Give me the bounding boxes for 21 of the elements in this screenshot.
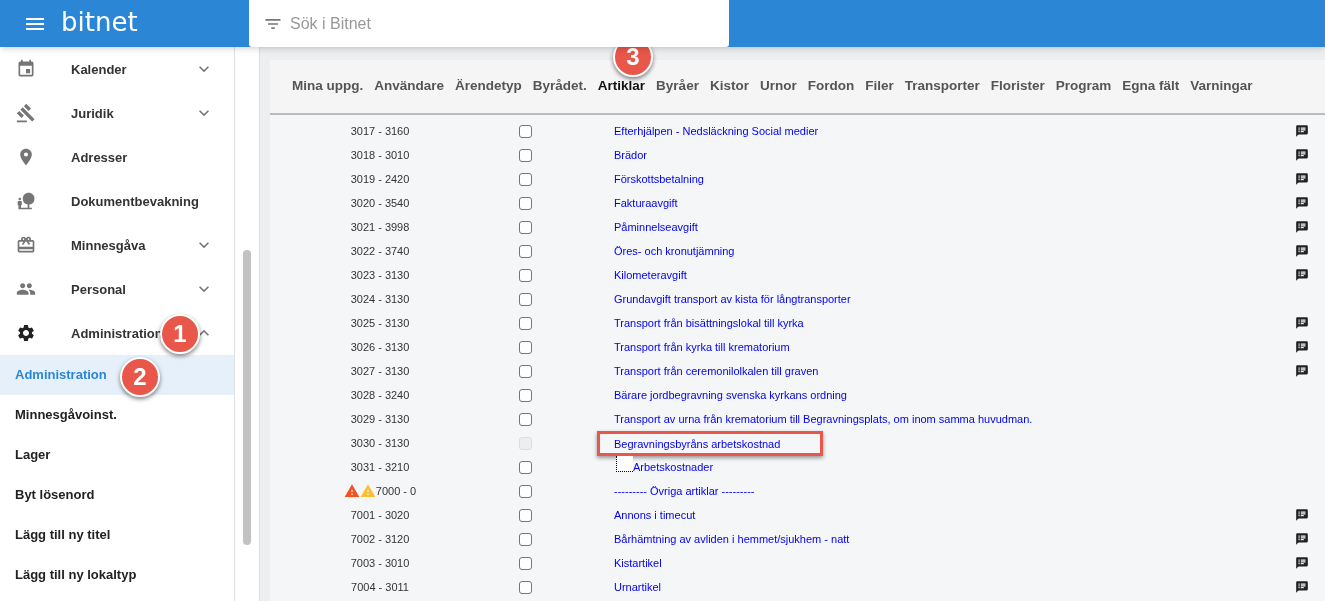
article-number: 3019 - 2420 — [350, 171, 410, 187]
app-logo: bitnet — [61, 8, 138, 35]
article-number: 3020 - 3540 — [350, 195, 410, 211]
article-number: 3025 - 3130 — [350, 315, 410, 331]
article-number: 3029 - 3130 — [350, 411, 410, 427]
article-number: 3018 - 3010 — [350, 147, 410, 163]
article-number: 7003 - 3010 — [350, 555, 410, 571]
article-number: 7001 - 3020 — [350, 507, 410, 523]
article-number: 3028 - 3240 — [350, 387, 410, 403]
article-number: 3021 - 3998 — [350, 219, 410, 235]
article-number: 3030 - 3130 — [350, 435, 410, 451]
article-number: 3024 - 3130 — [350, 291, 410, 307]
article-number: 3022 - 3740 — [350, 243, 410, 259]
article-number: 3031 - 3210 — [350, 459, 410, 475]
article-number: 3023 - 3130 — [350, 267, 410, 283]
article-number: 3026 - 3130 — [350, 339, 410, 355]
article-number: 3017 - 3160 — [350, 123, 410, 139]
article-number: 7004 - 3011 — [351, 579, 409, 595]
article-number: 7002 - 3120 — [350, 531, 410, 547]
article-number: 7000 - 0 — [375, 483, 417, 499]
article-number: 3027 - 3130 — [350, 363, 410, 379]
